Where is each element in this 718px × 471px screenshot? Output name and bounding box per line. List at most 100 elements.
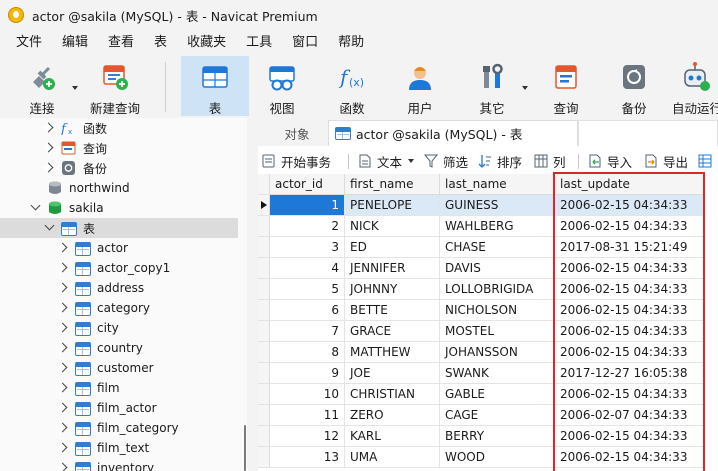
nav-table-inventory[interactable]: inventory bbox=[0, 458, 238, 471]
table-row[interactable]: 9 JOE SWANK 2017-12-27 16:05:38 bbox=[258, 363, 718, 384]
nav-table-actor-copy1[interactable]: actor_copy1 bbox=[0, 258, 238, 278]
expand-arrow-icon[interactable] bbox=[57, 462, 68, 471]
column-header-actor-id[interactable]: actor_id bbox=[270, 174, 345, 195]
menu-favorites[interactable]: 收藏夹 bbox=[177, 30, 236, 56]
row-selector[interactable] bbox=[258, 195, 270, 216]
first-name-cell[interactable]: ZERO bbox=[345, 405, 440, 426]
function-button[interactable]: f (x) 函数 bbox=[326, 56, 378, 116]
table-row[interactable]: 11 ZERO CAGE 2006-02-07 04:34:33 bbox=[258, 405, 718, 426]
last-update-cell[interactable]: 2006-02-15 04:34:33 bbox=[555, 300, 705, 321]
columns-button[interactable]: 列 bbox=[534, 151, 566, 171]
expand-arrow-icon[interactable] bbox=[57, 442, 68, 453]
first-name-cell[interactable]: CHRISTIAN bbox=[345, 384, 440, 405]
nav-table-actor[interactable]: actor bbox=[0, 238, 238, 258]
table-row[interactable]: 13 UMA WOOD 2006-02-15 04:34:33 bbox=[258, 447, 718, 468]
first-name-cell[interactable]: JOE bbox=[345, 363, 440, 384]
row-selector[interactable] bbox=[258, 321, 270, 342]
more-tools-button[interactable] bbox=[698, 151, 717, 171]
first-name-cell[interactable]: JOHNNY bbox=[345, 279, 440, 300]
expand-arrow-icon[interactable] bbox=[57, 422, 68, 433]
import-button[interactable]: 导入 bbox=[588, 151, 632, 171]
first-name-cell[interactable]: NICK bbox=[345, 216, 440, 237]
column-header-first-name[interactable]: first_name bbox=[345, 174, 440, 195]
last-update-cell[interactable]: 2006-02-15 04:34:33 bbox=[555, 195, 705, 216]
last-update-cell[interactable]: 2006-02-15 04:34:33 bbox=[555, 258, 705, 279]
table-button[interactable]: 表 bbox=[181, 56, 249, 116]
expand-arrow-icon[interactable] bbox=[57, 242, 68, 253]
collapse-arrow-icon[interactable] bbox=[30, 200, 41, 211]
menu-window[interactable]: 窗口 bbox=[282, 30, 328, 56]
row-selector[interactable] bbox=[258, 258, 270, 279]
last-name-cell[interactable]: DAVIS bbox=[440, 258, 555, 279]
first-name-cell[interactable]: GRACE bbox=[345, 321, 440, 342]
first-name-cell[interactable]: JENNIFER bbox=[345, 258, 440, 279]
nav-table-film-text[interactable]: film_text bbox=[0, 438, 238, 458]
expand-arrow-icon[interactable] bbox=[57, 362, 68, 373]
row-selector[interactable] bbox=[258, 363, 270, 384]
table-row[interactable]: 2 NICK WAHLBERG 2006-02-15 04:34:33 bbox=[258, 216, 718, 237]
table-row[interactable]: 1 PENELOPE GUINESS 2006-02-15 04:34:33 bbox=[258, 195, 718, 216]
first-name-cell[interactable]: BETTE bbox=[345, 300, 440, 321]
expand-arrow-icon[interactable] bbox=[43, 162, 54, 173]
first-name-cell[interactable]: PENELOPE bbox=[345, 195, 440, 216]
last-name-cell[interactable]: BERRY bbox=[440, 426, 555, 447]
export-button[interactable]: 导出 bbox=[644, 151, 688, 171]
table-row[interactable]: 10 CHRISTIAN GABLE 2006-02-15 04:34:33 bbox=[258, 384, 718, 405]
actor-id-cell[interactable]: 11 bbox=[270, 405, 345, 426]
last-update-cell[interactable]: 2017-08-31 15:21:49 bbox=[555, 237, 705, 258]
actor-id-cell[interactable]: 5 bbox=[270, 279, 345, 300]
nav-table-address[interactable]: address bbox=[0, 278, 238, 298]
nav-item-northwind[interactable]: northwind bbox=[0, 178, 238, 198]
first-name-cell[interactable]: UMA bbox=[345, 447, 440, 468]
first-name-cell[interactable]: MATTHEW bbox=[345, 342, 440, 363]
actor-id-cell[interactable]: 7 bbox=[270, 321, 345, 342]
menu-help[interactable]: 帮助 bbox=[328, 30, 374, 56]
expand-arrow-icon[interactable] bbox=[57, 302, 68, 313]
nav-item-tables[interactable]: 表 bbox=[0, 218, 238, 238]
column-header-last-name[interactable]: last_name bbox=[440, 174, 555, 195]
nav-table-country[interactable]: country bbox=[0, 338, 238, 358]
nav-table-film-category[interactable]: film_category bbox=[0, 418, 238, 438]
table-row[interactable]: 8 MATTHEW JOHANSSON 2006-02-15 04:34:33 bbox=[258, 342, 718, 363]
last-update-cell[interactable]: 2006-02-15 04:34:33 bbox=[555, 447, 705, 468]
last-name-cell[interactable]: CHASE bbox=[440, 237, 555, 258]
automation-button[interactable]: 自动运行 bbox=[672, 56, 718, 116]
last-update-cell[interactable]: 2006-02-15 04:34:33 bbox=[555, 321, 705, 342]
last-name-cell[interactable]: CAGE bbox=[440, 405, 555, 426]
backup-button[interactable]: 备份 bbox=[610, 56, 658, 116]
expand-arrow-icon[interactable] bbox=[43, 122, 54, 133]
column-header-last-update[interactable]: last_update bbox=[555, 174, 705, 195]
row-selector[interactable] bbox=[258, 384, 270, 405]
actor-id-cell[interactable]: 10 bbox=[270, 384, 345, 405]
row-selector[interactable] bbox=[258, 300, 270, 321]
row-selector[interactable] bbox=[258, 342, 270, 363]
expand-arrow-icon[interactable] bbox=[57, 342, 68, 353]
table-row[interactable]: 7 GRACE MOSTEL 2006-02-15 04:34:33 bbox=[258, 321, 718, 342]
last-name-cell[interactable]: GUINESS bbox=[440, 195, 555, 216]
tab-actor-table[interactable]: actor @sakila (MySQL) - 表 bbox=[328, 120, 578, 146]
menu-table[interactable]: 表 bbox=[144, 30, 177, 56]
expand-arrow-icon[interactable] bbox=[57, 282, 68, 293]
nav-table-film[interactable]: film bbox=[0, 378, 238, 398]
last-name-cell[interactable]: NICHOLSON bbox=[440, 300, 555, 321]
expand-arrow-icon[interactable] bbox=[57, 402, 68, 413]
row-selector[interactable] bbox=[258, 216, 270, 237]
actor-id-cell[interactable]: 4 bbox=[270, 258, 345, 279]
row-selector[interactable] bbox=[258, 279, 270, 300]
actor-id-cell[interactable]: 13 bbox=[270, 447, 345, 468]
expand-arrow-icon[interactable] bbox=[57, 382, 68, 393]
user-button[interactable]: 用户 bbox=[396, 56, 444, 116]
row-selector[interactable] bbox=[258, 405, 270, 426]
tab-objects[interactable]: 对象 bbox=[266, 120, 328, 146]
nav-item-backups[interactable]: 备份 bbox=[0, 158, 238, 178]
last-name-cell[interactable]: LOLLOBRIGIDA bbox=[440, 279, 555, 300]
expand-arrow-icon[interactable] bbox=[57, 262, 68, 273]
table-row[interactable]: 5 JOHNNY LOLLOBRIGIDA 2006-02-15 04:34:33 bbox=[258, 279, 718, 300]
last-name-cell[interactable]: MOSTEL bbox=[440, 321, 555, 342]
actor-id-cell[interactable]: 1 bbox=[270, 195, 345, 216]
connect-dropdown-icon[interactable] bbox=[72, 86, 78, 90]
last-name-cell[interactable]: SWANK bbox=[440, 363, 555, 384]
actor-id-cell[interactable]: 2 bbox=[270, 216, 345, 237]
last-name-cell[interactable]: WOOD bbox=[440, 447, 555, 468]
row-selector[interactable] bbox=[258, 237, 270, 258]
